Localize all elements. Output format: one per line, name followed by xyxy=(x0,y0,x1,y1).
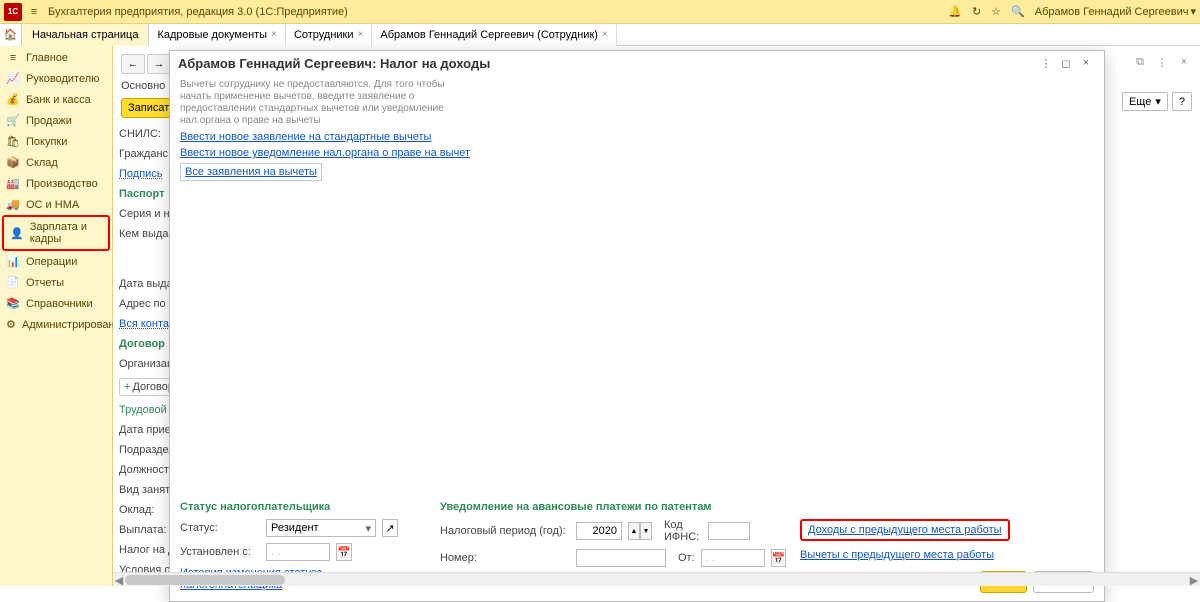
bag-icon: 🛍 xyxy=(6,135,20,148)
back-tab-main[interactable]: Основно xyxy=(121,80,176,92)
sidebar-item-sales[interactable]: 🛒Продажи xyxy=(0,110,112,131)
chart-icon: 📈 xyxy=(6,72,20,85)
close-icon[interactable]: × xyxy=(1176,54,1192,70)
close-icon[interactable]: × xyxy=(358,24,364,46)
status-label: Статус: xyxy=(180,522,260,534)
prev-job-deductions-link[interactable]: Вычеты с предыдущего места работы xyxy=(800,549,1010,561)
truck-icon: 🚚 xyxy=(6,198,20,211)
link-all-deductions[interactable]: Все заявления на вычеты xyxy=(180,163,322,181)
ifns-input[interactable] xyxy=(708,522,750,540)
open-ref-button[interactable]: ↗ xyxy=(382,519,398,537)
modal-income-tax: Абрамов Геннадий Сергеевич: Налог на дох… xyxy=(169,50,1105,602)
user-menu[interactable]: Абрамов Геннадий Сергеевич▾ xyxy=(1035,5,1196,18)
since-date-input[interactable] xyxy=(266,543,330,561)
close-icon[interactable]: × xyxy=(602,24,608,46)
app-bar: 1C ≡ Бухгалтерия предприятия, редакция 3… xyxy=(0,0,1200,24)
hamburger-icon[interactable]: ≡ xyxy=(26,6,42,18)
number-input[interactable] xyxy=(576,549,666,567)
sidebar-item-main[interactable]: ≡Главное xyxy=(0,48,112,68)
modal-restore-icon[interactable]: ◻ xyxy=(1056,57,1076,70)
modal-title: Абрамов Геннадий Сергеевич: Налог на дох… xyxy=(178,56,1036,71)
back-button[interactable]: ← xyxy=(121,54,145,74)
since-label: Установлен с: xyxy=(180,546,260,558)
year-down-button[interactable]: ▼ xyxy=(640,522,652,540)
tab-employees[interactable]: Сотрудники× xyxy=(286,24,372,46)
sidebar-item-hr[interactable]: 👤Зарплата и кадры xyxy=(2,215,110,251)
doc-icon: 📄 xyxy=(6,276,20,289)
previous-income-highlight: Доходы с предыдущего места работы xyxy=(800,519,1010,541)
calendar-icon[interactable]: 📅 xyxy=(336,543,352,561)
intro-line4: нал.органа о праве на вычеты xyxy=(180,115,1094,127)
modal-kebab-icon[interactable]: ⋮ xyxy=(1036,57,1056,70)
horizontal-scrollbar[interactable]: ◀ ▶ xyxy=(113,572,1200,586)
home-icon[interactable]: 🏠 xyxy=(0,24,22,46)
bell-icon[interactable]: 🔔 xyxy=(948,5,962,18)
tab-row: 🏠 Начальная страница Кадровые документы×… xyxy=(0,24,1200,46)
intro-line2: начать применение вычетов, введите заявл… xyxy=(180,91,1094,103)
more-button[interactable]: Еще▾ xyxy=(1122,92,1168,111)
ops-icon: 📊 xyxy=(6,255,20,268)
tab-hr-docs[interactable]: Кадровые документы× xyxy=(149,24,286,46)
kebab-icon[interactable]: ⋮ xyxy=(1154,54,1170,70)
sidebar-item-catalog[interactable]: 📚Справочники xyxy=(0,293,112,314)
history-icon[interactable]: ↻ xyxy=(972,5,981,18)
forward-button[interactable]: → xyxy=(147,54,171,74)
sidebar-item-manager[interactable]: 📈Руководителю xyxy=(0,68,112,89)
close-icon[interactable]: × xyxy=(271,24,277,46)
year-up-button[interactable]: ▲ xyxy=(628,522,640,540)
from-label: От: xyxy=(678,552,695,564)
box-icon: 📦 xyxy=(6,156,20,169)
link-new-tax-notice[interactable]: Ввести новое уведомление нал.органа о пр… xyxy=(180,147,1094,159)
calendar-icon[interactable]: 📅 xyxy=(771,549,787,567)
tax-year-input[interactable] xyxy=(576,522,622,540)
sidebar: ≡Главное 📈Руководителю 💰Банк и касса 🛒Пр… xyxy=(0,46,113,586)
write-button[interactable]: Записат xyxy=(121,98,176,118)
content-area: ← → Основно Записат СНИЛС: Гражданс Подп… xyxy=(113,46,1200,586)
cart-icon: 🛒 xyxy=(6,114,20,127)
scroll-right-icon[interactable]: ▶ xyxy=(1188,573,1200,587)
scroll-left-icon[interactable]: ◀ xyxy=(113,573,125,587)
sidebar-item-warehouse[interactable]: 📦Склад xyxy=(0,152,112,173)
chevron-down-icon[interactable]: ▾ xyxy=(365,522,371,535)
money-icon: 💰 xyxy=(6,93,20,106)
advance-header: Уведомление на авансовые платежи по пате… xyxy=(440,501,750,513)
status-header: Статус налогоплательщика xyxy=(180,501,410,513)
sidebar-item-operations[interactable]: 📊Операции xyxy=(0,251,112,272)
menu-icon: ≡ xyxy=(6,52,20,64)
from-date-input[interactable] xyxy=(701,549,765,567)
intro-line3: предоставлении стандартных вычетов или у… xyxy=(180,103,1094,115)
search-icon[interactable]: 🔍 xyxy=(1011,5,1025,18)
app-title: Бухгалтерия предприятия, редакция 3.0 (1… xyxy=(48,6,948,18)
sidebar-item-production[interactable]: 🏭Производство xyxy=(0,173,112,194)
tab-home[interactable]: Начальная страница xyxy=(22,24,149,46)
scrollbar-thumb[interactable] xyxy=(125,575,285,585)
ifns-label: Код ИФНС: xyxy=(664,519,702,543)
sidebar-item-admin[interactable]: ⚙Администрирование xyxy=(0,314,112,335)
help-button[interactable]: ? xyxy=(1172,92,1192,111)
sidebar-item-reports[interactable]: 📄Отчеты xyxy=(0,272,112,293)
prev-job-income-link[interactable]: Доходы с предыдущего места работы xyxy=(808,524,1002,536)
books-icon: 📚 xyxy=(6,297,20,310)
logo-1c-icon: 1C xyxy=(4,3,22,21)
sidebar-item-assets[interactable]: 🚚ОС и НМА xyxy=(0,194,112,215)
gear-icon: ⚙ xyxy=(6,318,16,331)
sidebar-item-purchases[interactable]: 🛍Покупки xyxy=(0,131,112,152)
factory-icon: 🏭 xyxy=(6,177,20,190)
modal-close-icon[interactable]: × xyxy=(1076,57,1096,69)
sidebar-item-bank[interactable]: 💰Банк и касса xyxy=(0,89,112,110)
period-label: Налоговый период (год): xyxy=(440,525,570,537)
star-icon[interactable]: ☆ xyxy=(991,5,1001,18)
plus-icon: + xyxy=(124,381,130,393)
link-new-standard-deduction[interactable]: Ввести новое заявление на стандартные вы… xyxy=(180,131,1094,143)
person-icon: 👤 xyxy=(10,227,24,240)
tab-employee-card[interactable]: Абрамов Геннадий Сергеевич (Сотрудник)× xyxy=(372,24,616,46)
intro-line1: Вычеты сотруднику не предоставляются. Дл… xyxy=(180,79,1094,91)
status-select[interactable]: Резидент ▾ xyxy=(266,519,376,537)
number-label: Номер: xyxy=(440,552,570,564)
open-new-icon[interactable]: ⧉ xyxy=(1132,54,1148,70)
